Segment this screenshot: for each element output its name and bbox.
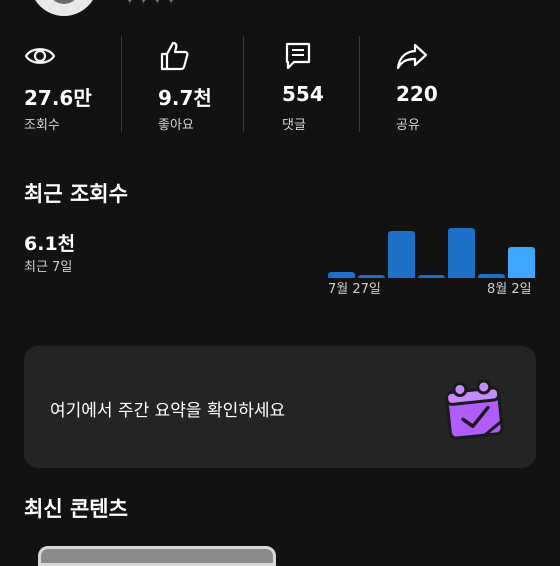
x-tick-label: 7월 27일 [328, 282, 381, 297]
x-tick-label: 8월 2일 [487, 282, 532, 297]
stat-value: 9.7천 [158, 86, 212, 110]
stat-label: 댓글 [282, 118, 306, 133]
weekly-summary-text: 여기에서 주간 요약을 확인하세요 [50, 401, 286, 421]
recent-views-value: 6.1천 [24, 233, 76, 255]
stats-row: 27.6만 조회수 9.7천 좋아요 554 댓글 220 공유 [0, 36, 560, 136]
eye-icon [24, 48, 56, 64]
latest-content-title: 최신 콘텐츠 [24, 497, 128, 521]
avatar[interactable] [30, 0, 98, 16]
chart-bar[interactable] [508, 247, 535, 278]
divider [359, 36, 360, 132]
stat-value: 27.6만 [24, 86, 92, 110]
comment-icon [285, 42, 311, 70]
stat-label: 공유 [396, 118, 420, 133]
calendar-check-icon [445, 379, 504, 440]
thumbs-up-icon [160, 41, 189, 71]
divider [121, 36, 122, 132]
weekly-summary-card[interactable]: 여기에서 주간 요약을 확인하세요 [24, 346, 536, 468]
share-icon [396, 43, 428, 70]
stat-value: 554 [282, 82, 324, 106]
stat-label: 조회수 [24, 118, 60, 133]
latest-content-thumbnail[interactable] [38, 546, 276, 566]
chart-bar[interactable] [388, 231, 415, 278]
rating-stars: ✦✦✦✦ [124, 0, 179, 8]
chart-bar[interactable] [448, 228, 475, 278]
recent-views-chart[interactable] [320, 218, 540, 278]
stat-value: 220 [396, 82, 438, 106]
divider [243, 36, 244, 132]
recent-views-title: 최근 조회수 [24, 182, 128, 206]
chart-bar[interactable] [418, 275, 445, 278]
recent-views-period: 최근 7일 [24, 260, 73, 275]
stat-label: 좋아요 [158, 118, 194, 133]
